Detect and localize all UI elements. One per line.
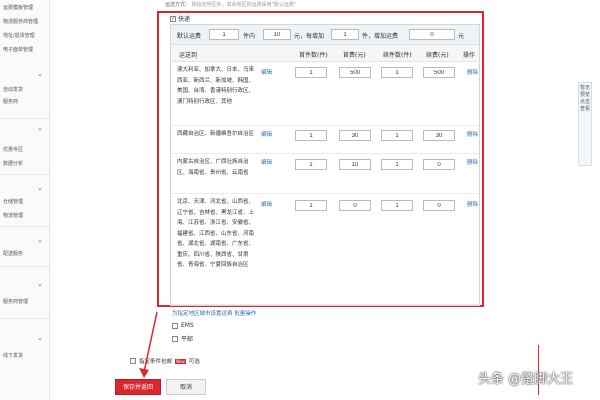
free-shipping-label: 指定条件包邮 [139, 359, 173, 365]
delete-link[interactable]: 删除 [467, 158, 478, 166]
sidebar-item[interactable]: 物流管理 [3, 212, 23, 219]
watermark-text: 头条 @蹩脚大王 [478, 372, 574, 387]
express-checkbox[interactable]: ✓ [170, 15, 176, 22]
next-qty-input[interactable] [381, 130, 413, 141]
col-header: 续费(元) [426, 52, 449, 59]
chevron-down-icon[interactable]: ⌄ [37, 334, 43, 342]
surface-mail-label: 平邮 [181, 336, 194, 343]
default-first-qty-input[interactable] [209, 29, 239, 40]
sidebar-divider [0, 318, 50, 319]
next-fee-input[interactable] [423, 67, 455, 78]
edit-link[interactable]: 编辑 [261, 158, 272, 166]
first-fee-input[interactable] [339, 159, 371, 170]
col-header: 运送到 [179, 52, 198, 59]
region-text: 内蒙古自治区、广西壮族自治区、海南省、贵州省、云南省 [177, 159, 249, 176]
surface-mail-checkbox[interactable] [172, 335, 178, 342]
ems-label: EMS [181, 322, 194, 329]
first-qty-input[interactable] [295, 130, 327, 141]
unit-label: 元 [458, 33, 465, 40]
default-fee-label: 默认运费 [177, 33, 202, 40]
first-fee-input[interactable] [339, 200, 371, 211]
default-next-qty-input[interactable] [331, 29, 359, 40]
sidebar-item[interactable]: 优惠专区 [3, 146, 23, 153]
sidebar-divider [0, 226, 50, 227]
table-row: 内蒙古自治区、广西壮族自治区、海南省、贵州省、云南省 编辑 删除 [171, 154, 479, 194]
first-qty-input[interactable] [295, 200, 327, 211]
delete-link[interactable]: 删除 [467, 200, 478, 208]
first-qty-input[interactable] [295, 159, 327, 170]
batch-operation-link[interactable]: 为指定地区城市设置运费 批量操作 [172, 309, 256, 317]
table-row: 西藏自治区、新疆维吾尔自治区 编辑 删除 [171, 126, 479, 154]
table-row: 澳大利亚、加拿大、日本、马来西亚、新西兰、新加坡、韩国、美国、台湾、香港特别行政… [171, 62, 479, 126]
save-button[interactable]: 保存并返回 [115, 379, 161, 395]
col-header: 续件数(件) [383, 52, 412, 59]
edit-link[interactable]: 编辑 [261, 200, 272, 208]
sidebar-item[interactable]: 物流服务商管理 [3, 18, 38, 25]
delete-link[interactable]: 删除 [467, 130, 478, 138]
chevron-down-icon[interactable]: ⌄ [37, 70, 43, 78]
col-header: 首件数(件) [299, 52, 328, 59]
delete-link[interactable]: 删除 [467, 68, 478, 76]
unit-label: 元，每增加 [294, 33, 325, 40]
next-qty-input[interactable] [381, 200, 413, 211]
ems-option[interactable]: EMS [172, 322, 194, 329]
sidebar-item[interactable]: 数据分析 [3, 160, 23, 167]
free-shipping-condition[interactable]: 指定条件包邮 New 可选 [130, 357, 200, 365]
sidebar-item[interactable]: 服务商 [3, 98, 18, 105]
edit-link[interactable]: 编辑 [261, 68, 272, 76]
sidebar-item[interactable]: 电子面单管理 [3, 46, 33, 53]
table-row: 北京、天津、河北省、山西省、辽宁省、吉林省、黑龙江省、上海、江苏省、浙江省、安徽… [171, 194, 479, 305]
default-fee-row: 默认运费 件内 元，每增加 件，增加运费 元 [171, 25, 479, 45]
first-fee-input[interactable] [339, 130, 371, 141]
region-text: 北京、天津、河北省、山西省、辽宁省、吉林省、黑龙江省、上海、江苏省、浙江省、安徽… [177, 199, 255, 268]
sidebar-item[interactable]: 自动发货 [3, 86, 23, 93]
default-first-fee-input[interactable] [263, 29, 291, 40]
sidebar-divider [0, 118, 50, 119]
first-qty-input[interactable] [295, 67, 327, 78]
next-qty-input[interactable] [381, 67, 413, 78]
unit-label: 件，增加运费 [362, 33, 399, 40]
sidebar-item[interactable]: 配送服务 [3, 250, 23, 257]
new-badge: New [175, 358, 186, 364]
shipping-hint: 除指定地区外，其余地区的运费采用"默认运费" [191, 2, 297, 8]
sidebar-item[interactable]: 线下发货 [3, 352, 23, 359]
col-header: 操作 [463, 52, 476, 59]
sidebar-divider [0, 266, 50, 267]
shipping-method-row: 运送方式： 除指定地区外，其余地区的运费采用"默认运费" [165, 1, 296, 8]
sidebar-item[interactable]: 地址/退货管理 [3, 32, 35, 39]
edit-link[interactable]: 编辑 [261, 130, 272, 138]
left-sidebar: 运费模板管理 物流服务商管理 地址/退货管理 电子面单管理 ⌄ 自动发货 服务商… [0, 0, 50, 400]
sidebar-item[interactable]: 服务商管理 [3, 298, 28, 305]
default-next-fee-input[interactable] [409, 29, 455, 40]
preview-side-panel[interactable]: 暂无预览 点击查看 [578, 82, 592, 166]
chevron-down-icon[interactable]: ⌄ [37, 184, 43, 192]
next-qty-input[interactable] [381, 159, 413, 170]
sidebar-item[interactable]: 运费模板管理 [3, 4, 33, 11]
chevron-down-icon[interactable]: ⌄ [37, 124, 43, 132]
unit-label: 件内 [243, 33, 256, 40]
express-option[interactable]: ✓ 快递 [170, 14, 190, 23]
free-shipping-checkbox[interactable] [130, 358, 136, 364]
region-text: 西藏自治区、新疆维吾尔自治区 [177, 131, 255, 137]
chevron-down-icon[interactable]: ⌄ [37, 236, 43, 244]
express-label: 快递 [178, 16, 191, 23]
next-fee-input[interactable] [423, 130, 455, 141]
col-header: 首费(元) [343, 52, 366, 59]
first-fee-input[interactable] [339, 67, 371, 78]
chevron-down-icon[interactable]: ⌄ [37, 280, 43, 288]
free-shipping-suffix: 可选 [188, 359, 200, 365]
surface-mail-option[interactable]: 平邮 [172, 334, 193, 343]
region-text: 澳大利亚、加拿大、日本、马来西亚、新西兰、新加坡、韩国、美国、台湾、香港特别行政… [177, 67, 255, 105]
ems-checkbox[interactable] [172, 322, 178, 329]
next-fee-input[interactable] [423, 159, 455, 170]
cancel-button[interactable]: 取消 [166, 379, 206, 395]
sidebar-item[interactable]: 仓储管理 [3, 198, 23, 205]
shipping-method-label: 运送方式： [165, 2, 191, 8]
sidebar-divider [0, 174, 50, 175]
table-header: 运送到 首件数(件) 首费(元) 续件数(件) 续费(元) 操作 [171, 45, 479, 62]
next-fee-input[interactable] [423, 200, 455, 211]
